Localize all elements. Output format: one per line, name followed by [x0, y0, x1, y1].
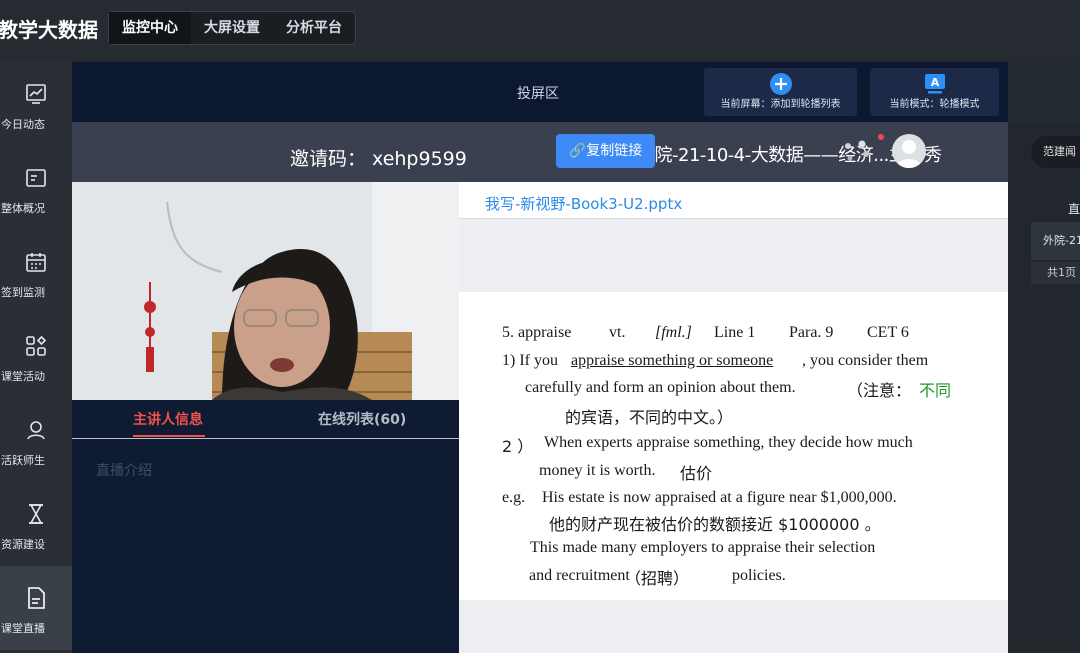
slide-text: appraise something or someone [571, 352, 774, 369]
slide-text: 5. appraise [502, 324, 572, 341]
avatar[interactable] [892, 134, 926, 168]
live-intro-text: 直播介绍 [96, 463, 152, 479]
main-panel: 投屏区 当前屏幕：添加到轮播列表 A 当前模式：轮播模式 邀请码： xehp95… [72, 62, 1008, 653]
slide-text: and recruitment [529, 567, 630, 584]
teacher-chip[interactable]: 范建闻 [1031, 136, 1080, 168]
copy-link-button[interactable]: 🔗复制链接 [556, 134, 655, 168]
slide-text: Line 1 [714, 324, 756, 341]
carousel-list-item[interactable]: 外院-21 [1031, 222, 1080, 260]
slide-content: 5. appraise vt. [fml.] Line 1 Para. 9 CE… [459, 292, 1008, 600]
right-panel-heading: 直 [1068, 202, 1080, 216]
slide-text: 的宾语，不同的中文。） [565, 408, 734, 427]
add-to-carousel-button[interactable]: 当前屏幕：添加到轮播列表 [704, 68, 857, 116]
teacher-camera-feed [72, 182, 459, 400]
notification-dot [878, 134, 884, 140]
add-circle-icon [769, 73, 792, 95]
slide-text: money it is worth. [539, 462, 656, 479]
stage-title: 投屏区 [517, 86, 559, 102]
sidebar-item-label: 活跃师生 [1, 454, 45, 467]
slide-text: Para. 9 [789, 324, 834, 341]
slide-text: His estate is now appraised at a figure … [542, 489, 897, 506]
right-panel-header [1008, 62, 1080, 122]
mode-icon-letter: A [930, 76, 939, 89]
invite-code: 邀请码： xehp9599 [290, 148, 467, 170]
slide-text: 1) If you [502, 352, 558, 369]
slide-text: 估价 [680, 464, 713, 483]
slide-text: When experts appraise something, they de… [544, 434, 913, 451]
document-icon [28, 587, 45, 609]
default-avatar-icon [896, 140, 922, 168]
top-bar: 教学大数据 监控中心 大屏设置 分析平台 [0, 0, 1080, 62]
slide-text: [fml.] [655, 324, 692, 341]
top-nav: 监控中心 大屏设置 分析平台 [108, 11, 356, 45]
slide-text: （注意： [847, 381, 912, 400]
slide-text: e.g. [502, 489, 526, 506]
slide-area: 我写-新视野-Book3-U2.pptx 5. appraise vt. [fm… [459, 182, 1008, 653]
hourglass-icon [29, 504, 43, 524]
add-to-carousel-label: 当前屏幕：添加到轮播列表 [720, 99, 841, 110]
slide-text: （招聘） [625, 569, 690, 588]
slide-text: This made many employers to appraise the… [530, 539, 876, 556]
calendar-icon [26, 253, 46, 272]
carousel-mode-button[interactable]: A 当前模式：轮播模式 [870, 68, 999, 116]
slide-text: policies. [732, 567, 786, 584]
stage-header: 投屏区 当前屏幕：添加到轮播列表 A 当前模式：轮播模式 [72, 62, 1008, 122]
slide-text: 他的财产现在被估价的数额接近 $1000000 。 [549, 515, 881, 534]
file-name-link[interactable]: 我写-新视野-Book3-U2.pptx [485, 193, 682, 214]
slide-text: vt. [609, 324, 626, 341]
invite-bar: 邀请码： xehp9599 外院-21-10-4-大数据——经济...兰冬秀 🔗… [72, 122, 1008, 182]
link-icon: 🔗 [568, 143, 587, 159]
sidebar: 今日动态 整体概况 签到监测 课堂活动 活跃师生 资源建设 课堂直播 [0, 62, 72, 653]
app-title: 教学大数据 [0, 18, 98, 42]
sidebar-item-label: 今日动态 [1, 118, 45, 131]
sidebar-item-live-class[interactable]: 课堂直播 [0, 566, 72, 650]
slide-text: carefully and form an opinion about them… [525, 379, 796, 396]
info-tabs: 主讲人信息 在线列表(60) [72, 400, 459, 439]
sidebar-item-resources[interactable]: 资源建设 [0, 482, 72, 566]
sidebar-item-activities[interactable]: 课堂活动 [0, 314, 72, 398]
slide-text: 2 ） [502, 437, 534, 456]
sidebar-item-label: 资源建设 [1, 538, 45, 551]
sidebar-item-label: 课堂活动 [1, 370, 45, 383]
carousel-mode-label: 当前模式：轮播模式 [889, 99, 980, 110]
copy-link-label: 复制链接 [586, 143, 643, 159]
tab-monitor-center[interactable]: 监控中心 [109, 12, 191, 44]
sidebar-item-checkin[interactable]: 签到监测 [0, 230, 72, 314]
grid-apps-icon [26, 335, 47, 356]
tab-online-list[interactable]: 在线列表(60) [318, 409, 406, 429]
sidebar-item-label: 课堂直播 [1, 622, 45, 635]
trend-chart-icon [26, 84, 46, 104]
slide-text: 不同 [919, 381, 952, 400]
tab-host-info[interactable]: 主讲人信息 [133, 409, 203, 429]
tab-screen-settings[interactable]: 大屏设置 [191, 12, 273, 44]
slide-text: CET 6 [867, 324, 909, 341]
camera-image [72, 182, 459, 400]
slide-text: , you consider them [802, 352, 929, 369]
sidebar-item-label: 签到监测 [1, 286, 45, 299]
file-bar: 我写-新视野-Book3-U2.pptx [459, 182, 1008, 219]
sidebar-item-today[interactable]: 今日动态 [0, 62, 72, 146]
right-panel: 范建闻 直 外院-21 共1页 [1008, 62, 1080, 653]
loading-spinner-icon [845, 140, 869, 161]
tab-analysis-platform[interactable]: 分析平台 [273, 12, 355, 44]
user-icon [27, 421, 45, 440]
sidebar-item-overview[interactable]: 整体概况 [0, 146, 72, 230]
overview-icon [26, 169, 46, 187]
active-tab-indicator [133, 435, 205, 437]
sidebar-item-active-users[interactable]: 活跃师生 [0, 398, 72, 482]
sidebar-item-label: 整体概况 [1, 202, 45, 215]
monitor-mode-icon: A [924, 74, 945, 94]
page-count: 共1页 [1031, 262, 1080, 284]
